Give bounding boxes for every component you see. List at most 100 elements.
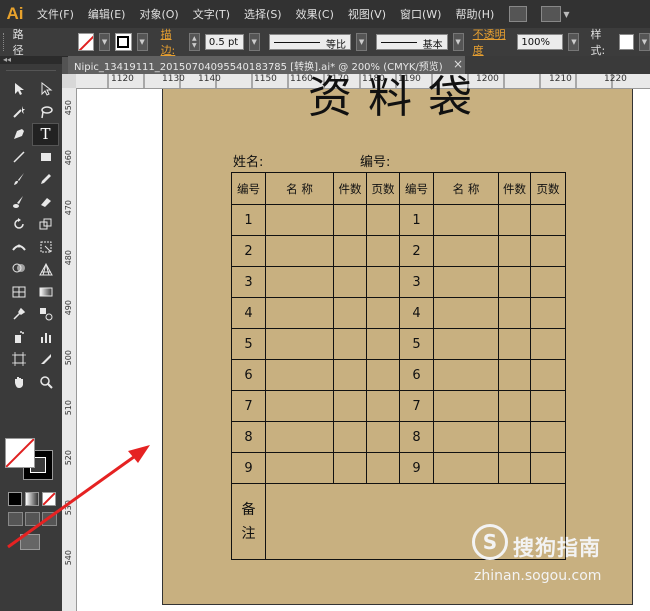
number-label[interactable]: 编号:	[360, 151, 390, 170]
fill-swatch[interactable]	[77, 33, 94, 51]
ruler-origin[interactable]	[62, 74, 77, 89]
blob-brush-icon[interactable]	[5, 191, 32, 214]
eyedropper-icon[interactable]	[5, 303, 32, 326]
brush-dropdown[interactable]: ▼	[452, 33, 464, 51]
control-bar: 路径 ▼ ▼ 描边: ▲ ▼ 0.5 pt ▼ 等比 ▼ 基本 ▼ 不透明度 10…	[0, 28, 650, 57]
opacity-dropdown[interactable]: ▼	[568, 33, 580, 51]
row-number: 6	[399, 359, 434, 391]
row-number: 9	[399, 452, 434, 484]
magic-wand-icon[interactable]	[5, 101, 32, 124]
stroke-weight-spinner[interactable]: ▲ ▼	[188, 33, 200, 51]
brush-definition[interactable]: 基本	[376, 34, 448, 51]
menu-select[interactable]: 选择(S)	[237, 6, 289, 22]
header-cell: 页数	[530, 172, 566, 205]
row-number: 5	[399, 328, 434, 360]
arrange-documents-icon[interactable]	[541, 6, 562, 22]
note-label-cell: 备 注	[231, 483, 266, 560]
opacity-field[interactable]: 100%	[517, 34, 564, 50]
column-graph-icon[interactable]	[32, 326, 59, 349]
direct-selection-icon[interactable]	[32, 78, 59, 101]
gradient-mode-icon[interactable]	[25, 492, 39, 506]
pencil-icon[interactable]	[32, 168, 59, 191]
ruler-tick: 510	[64, 400, 73, 416]
table-header-row: 编号 名 称 件数 页数 编号 名 称 件数 页数	[231, 172, 566, 205]
blend-icon[interactable]	[32, 303, 59, 326]
table-row: 22	[231, 235, 566, 267]
artwork-title[interactable]: 资料袋	[308, 70, 488, 126]
style-dropdown[interactable]: ▼	[638, 33, 650, 51]
mesh-icon[interactable]	[5, 281, 32, 304]
stroke-weight-field[interactable]: 0.5 pt	[204, 34, 244, 50]
menu-effect[interactable]: 效果(C)	[289, 6, 341, 22]
name-label[interactable]: 姓名:	[233, 151, 263, 170]
brush-label: 基本	[422, 40, 443, 51]
style-swatch[interactable]	[618, 34, 634, 50]
stroke-swatch[interactable]	[115, 33, 132, 51]
none-mode-icon[interactable]	[42, 492, 56, 506]
row-number: 2	[399, 235, 434, 267]
panel-grip[interactable]	[3, 33, 8, 51]
ruler-tick: 1130	[162, 74, 185, 84]
draw-behind-icon[interactable]	[25, 512, 40, 526]
color-mode-icon[interactable]	[8, 492, 22, 506]
line-icon[interactable]	[5, 146, 32, 169]
variable-width-profile[interactable]: 等比	[268, 34, 352, 51]
panel-grip[interactable]	[6, 64, 56, 71]
free-transform-icon[interactable]	[32, 236, 59, 259]
inventory-table[interactable]: 编号 名 称 件数 页数 编号 名 称 件数 页数 11 22 33 44 55…	[231, 172, 566, 560]
row-number: 6	[231, 359, 266, 391]
gradient-icon[interactable]	[32, 281, 59, 304]
menu-window[interactable]: 窗口(W)	[393, 6, 448, 22]
scale-icon[interactable]	[32, 213, 59, 236]
fill-dropdown[interactable]: ▼	[99, 33, 111, 51]
width-icon[interactable]	[5, 236, 32, 259]
selection-icon[interactable]	[5, 78, 32, 101]
fill-stroke-control[interactable]	[5, 436, 59, 486]
row-number: 1	[231, 204, 266, 236]
menu-view[interactable]: 视图(V)	[341, 6, 393, 22]
hand-icon[interactable]	[5, 371, 32, 394]
row-number: 7	[231, 390, 266, 422]
menu-help[interactable]: 帮助(H)	[448, 6, 501, 22]
slice-icon[interactable]	[32, 348, 59, 371]
type-icon[interactable]: T	[32, 123, 59, 146]
ruler-tick: 1220	[604, 74, 627, 84]
panel-collapse-icon[interactable]: ◂◂	[0, 56, 62, 64]
chevron-down-icon[interactable]: ▼	[563, 10, 569, 19]
menu-file[interactable]: 文件(F)	[30, 6, 81, 22]
bridge-icon[interactable]	[509, 6, 528, 22]
row-number: 4	[231, 297, 266, 329]
watermark-text: 搜狗指南	[513, 536, 601, 560]
header-cell: 名 称	[433, 172, 499, 205]
ruler-tick: 460	[64, 150, 73, 166]
ruler-tick: 1210	[549, 74, 572, 84]
ruler-tick: 530	[64, 500, 73, 516]
menu-type[interactable]: 文字(T)	[186, 6, 237, 22]
draw-inside-icon[interactable]	[42, 512, 57, 526]
profile-dropdown[interactable]: ▼	[356, 33, 368, 51]
stroke-weight-link[interactable]: 描边:	[161, 26, 184, 58]
stroke-weight-dropdown[interactable]: ▼	[248, 33, 260, 51]
eraser-icon[interactable]	[32, 191, 59, 214]
perspective-grid-icon[interactable]	[32, 258, 59, 281]
fill-box[interactable]	[5, 438, 35, 468]
menu-edit[interactable]: 编辑(E)	[81, 6, 133, 22]
pen-icon[interactable]	[5, 123, 32, 146]
close-icon[interactable]: ×	[453, 57, 463, 71]
rotate-icon[interactable]	[5, 213, 32, 236]
zoom-icon[interactable]	[32, 371, 59, 394]
paintbrush-icon[interactable]	[5, 168, 32, 191]
opacity-link[interactable]: 不透明度	[473, 26, 513, 58]
artboard-icon[interactable]	[5, 348, 32, 371]
symbol-sprayer-icon[interactable]	[5, 326, 32, 349]
ruler-tick: 1150	[254, 74, 277, 84]
shape-builder-icon[interactable]	[5, 258, 32, 281]
table-row: 55	[231, 328, 566, 360]
screen-mode-icon[interactable]	[20, 534, 40, 550]
lasso-icon[interactable]	[32, 101, 59, 124]
rectangle-icon[interactable]	[32, 146, 59, 169]
stroke-dropdown[interactable]: ▼	[136, 33, 148, 51]
vertical-ruler[interactable]: 450 460 470 480 490 500 510 520 530 540	[62, 88, 77, 611]
menu-object[interactable]: 对象(O)	[132, 6, 185, 22]
draw-normal-icon[interactable]	[8, 512, 23, 526]
